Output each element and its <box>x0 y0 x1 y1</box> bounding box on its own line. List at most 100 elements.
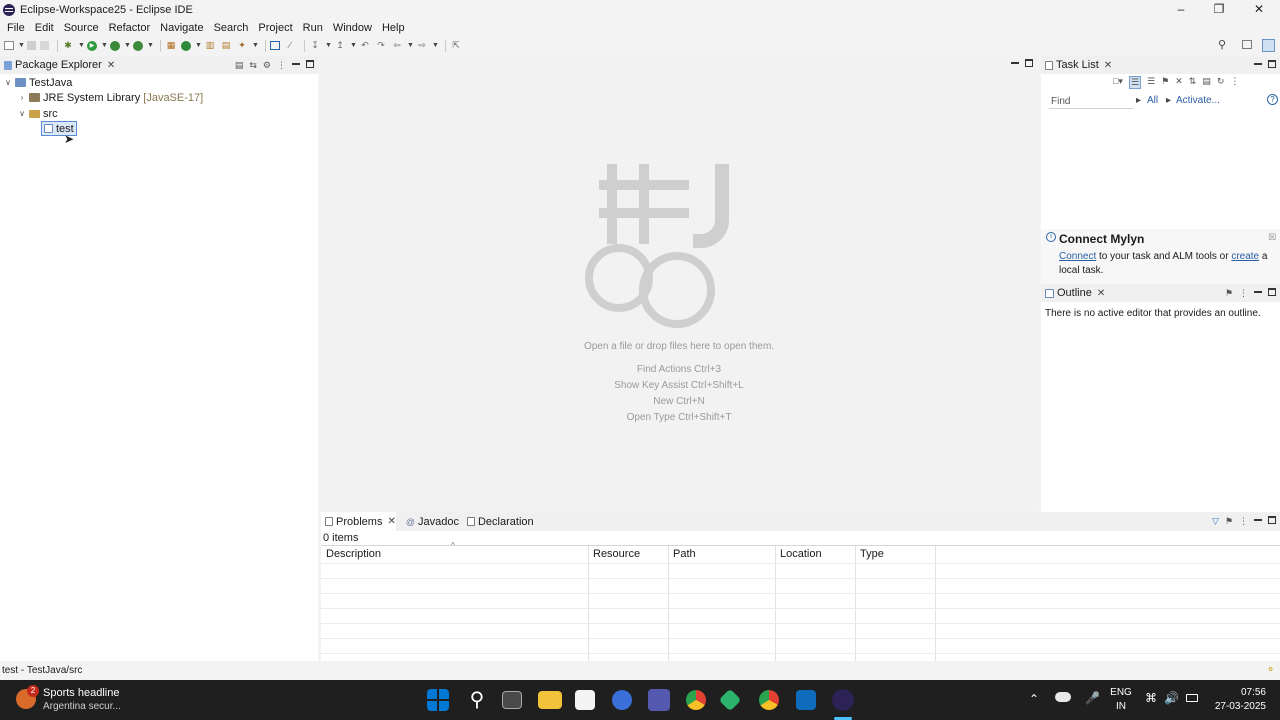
close-icon[interactable]: ☒ <box>1268 232 1276 243</box>
chevron-down-icon[interactable]: ▼ <box>124 42 131 49</box>
chevron-down-icon[interactable]: ▼ <box>18 42 25 49</box>
next-annotation-icon[interactable]: ↧ <box>309 40 321 51</box>
connect-link[interactable]: Connect <box>1059 251 1096 262</box>
minimize-icon[interactable] <box>292 60 300 65</box>
new-task-icon[interactable]: □▾ <box>1113 76 1123 89</box>
forward-icon[interactable]: ⇨ <box>416 40 428 51</box>
maximize-icon[interactable] <box>306 60 314 68</box>
activate-link[interactable]: Activate... <box>1176 95 1220 106</box>
chevron-down-icon[interactable]: ▼ <box>407 42 414 49</box>
task-view-icon[interactable] <box>502 691 522 709</box>
volume-icon[interactable]: 🔊 <box>1164 691 1179 705</box>
clock-time[interactable]: 07:56 <box>1210 687 1266 698</box>
focus-icon[interactable]: ⚑ <box>1225 288 1233 299</box>
app-icon-blue[interactable] <box>612 690 632 710</box>
tree-item-project[interactable]: ∨ TestJava <box>3 75 72 90</box>
tab-problems[interactable]: Problems ✕ <box>321 512 396 531</box>
close-window-button[interactable]: ✕ <box>1240 0 1278 19</box>
filter-icon[interactable]: ⚙ <box>263 60 271 71</box>
open-perspective-icon[interactable] <box>1242 40 1252 49</box>
restore-window-button[interactable]: ❐ <box>1200 0 1238 19</box>
column-path[interactable]: Path <box>668 546 775 563</box>
maximize-icon[interactable] <box>1268 60 1276 68</box>
synchronize-icon[interactable]: ⇅ <box>1189 76 1197 89</box>
task-find-input[interactable]: Find <box>1049 94 1133 109</box>
region-label[interactable]: IN <box>1110 701 1132 712</box>
menu-project[interactable]: Project <box>254 22 298 34</box>
teams-icon[interactable] <box>648 689 670 711</box>
store-icon[interactable] <box>575 690 595 710</box>
last-edit-icon[interactable]: ↶ <box>359 40 371 51</box>
focus-icon[interactable]: ⚑ <box>1225 516 1233 527</box>
chevron-down-icon[interactable]: ∨ <box>3 78 13 87</box>
chevron-down-icon[interactable]: ▼ <box>252 42 259 49</box>
maximize-icon[interactable] <box>1025 59 1033 67</box>
close-icon[interactable]: ✕ <box>107 60 115 71</box>
language-label[interactable]: ENG <box>1110 687 1132 698</box>
debug-icon[interactable]: ✱ <box>62 40 74 51</box>
run-icon[interactable]: ▶ <box>87 40 97 51</box>
back-history-icon[interactable]: ↷ <box>375 40 387 51</box>
chevron-down-icon[interactable]: ∨ <box>17 109 27 118</box>
coverage-icon[interactable] <box>110 40 120 51</box>
tree-item-src[interactable]: ∨ src <box>17 106 58 121</box>
save-all-icon[interactable] <box>40 41 49 50</box>
pin-editor-icon[interactable]: ⇱ <box>450 40 462 51</box>
collapse-all-icon[interactable]: ▤ <box>235 60 244 71</box>
menu-file[interactable]: File <box>3 22 31 34</box>
chevron-right-icon[interactable]: ▸ <box>1136 95 1141 106</box>
column-location[interactable]: Location <box>775 546 855 563</box>
tab-javadoc[interactable]: @ Javadoc <box>396 516 459 528</box>
close-icon[interactable]: ✕ <box>1104 60 1112 71</box>
tree-item-jre-library[interactable]: › JRE System Library [JavaSE-17] <box>17 90 204 105</box>
tab-declaration[interactable]: Declaration <box>459 516 534 528</box>
battery-icon[interactable] <box>1186 694 1198 702</box>
outlook-icon[interactable] <box>796 690 816 710</box>
previous-annotation-icon[interactable]: ↥ <box>334 40 346 51</box>
file-explorer-icon[interactable] <box>538 691 562 709</box>
chevron-down-icon[interactable]: ▼ <box>325 42 332 49</box>
search-icon[interactable]: ⚲ <box>1216 40 1228 51</box>
help-icon[interactable]: ? <box>1267 94 1278 105</box>
view-menu-icon[interactable]: ⋮ <box>1239 288 1248 299</box>
chevron-down-icon[interactable]: ▼ <box>101 42 108 49</box>
tab-task-list[interactable]: Task List ✕ <box>1041 59 1112 71</box>
close-icon[interactable]: ✕ <box>1097 288 1105 299</box>
chevron-down-icon[interactable]: ▼ <box>78 42 85 49</box>
minimize-icon[interactable] <box>1254 60 1262 65</box>
minimize-window-button[interactable]: – <box>1162 0 1200 19</box>
news-subtitle[interactable]: Argentina secur... <box>43 701 121 712</box>
tab-package-explorer[interactable]: Package Explorer ✕ <box>0 59 115 71</box>
scheduled-icon[interactable]: ☰ <box>1147 76 1155 89</box>
java-perspective-icon[interactable] <box>1262 39 1275 52</box>
filter-icon[interactable]: ▽ <box>1212 516 1219 527</box>
save-icon[interactable] <box>27 41 36 50</box>
menu-navigate[interactable]: Navigate <box>156 22 209 34</box>
chevron-down-icon[interactable]: ▼ <box>432 42 439 49</box>
new-icon[interactable] <box>4 41 14 50</box>
open-type-icon[interactable]: ▥ <box>204 40 216 51</box>
skip-breakpoints-icon[interactable]: ∕ <box>284 40 296 51</box>
chevron-down-icon[interactable]: ▼ <box>195 42 202 49</box>
search-tool-icon[interactable]: ✦ <box>236 40 248 51</box>
collapse-all-icon[interactable]: ▤ <box>1202 76 1211 89</box>
microphone-icon[interactable]: 🎤 <box>1085 691 1100 705</box>
eclipse-taskbar-icon[interactable] <box>832 689 854 711</box>
chevron-down-icon[interactable]: ▼ <box>350 42 357 49</box>
view-menu-icon[interactable]: ⋮ <box>277 60 286 71</box>
editor-area[interactable]: Open a file or drop files here to open t… <box>321 56 1037 508</box>
link-with-editor-icon[interactable]: ⇆ <box>249 60 257 71</box>
menu-window[interactable]: Window <box>329 22 378 34</box>
view-menu-icon[interactable]: ⋮ <box>1230 76 1239 89</box>
news-title[interactable]: Sports headline <box>43 687 119 699</box>
menu-search[interactable]: Search <box>210 22 255 34</box>
view-menu-icon[interactable]: ⋮ <box>1239 516 1248 527</box>
external-tools-icon[interactable] <box>133 40 143 51</box>
new-java-class-icon[interactable] <box>181 40 191 51</box>
chevron-right-icon[interactable]: ▸ <box>1166 95 1171 106</box>
tab-outline[interactable]: Outline ✕ <box>1041 287 1105 299</box>
close-icon[interactable]: ✕ <box>387 516 395 527</box>
app-icon-green[interactable] <box>718 688 742 712</box>
focus-icon[interactable]: ⚑ <box>1161 76 1169 89</box>
chevron-down-icon[interactable]: ▼ <box>147 42 154 49</box>
